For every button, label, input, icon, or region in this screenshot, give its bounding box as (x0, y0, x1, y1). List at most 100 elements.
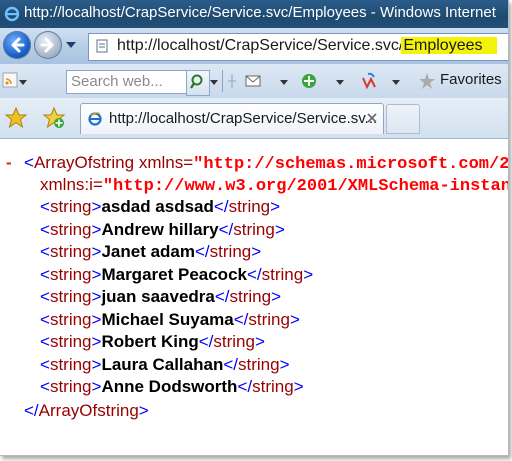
browser-window: http://localhost/CrapService/Service.svc… (0, 0, 509, 456)
item-tag-name: string (248, 309, 290, 329)
string-value: Laura Callahan (101, 354, 224, 374)
tag-bracket: < (40, 332, 50, 351)
search-placeholder: Search web... (71, 73, 163, 90)
search-input[interactable]: Search web... (66, 70, 187, 94)
item-tag-name: string (229, 287, 272, 306)
xml-string-row: <string>Anne Dodsworth</string> (40, 376, 304, 398)
xmlns-attr: xmlns= (138, 153, 194, 172)
tag-bracket: < (24, 153, 34, 172)
favorites-button[interactable]: Favorites (440, 71, 502, 88)
item-tag-name: string (237, 354, 280, 374)
search-toolbar: Search web... Favorites (0, 64, 508, 99)
item-tag-name: string (49, 287, 92, 306)
string-value: juan saavedra (101, 287, 215, 306)
item-tag-name: string (233, 219, 275, 239)
item-tag-name: string (49, 354, 92, 374)
string-value: asdad asdsad (101, 197, 214, 216)
recent-pages-dropdown[interactable] (66, 42, 76, 48)
mail-icon[interactable] (244, 72, 262, 90)
tag-bracket: > (91, 332, 102, 351)
arrow-right-icon (40, 37, 54, 53)
xml-string-row: <string>Robert King</string> (40, 331, 265, 353)
tag-bracket: > (251, 242, 262, 261)
tag-bracket: > (91, 242, 102, 261)
item-tag-name: string (252, 377, 294, 396)
tag-bracket: > (274, 219, 285, 239)
xml-string-row: <string>juan saavedra</string> (40, 286, 281, 308)
new-tab-button[interactable] (386, 104, 420, 134)
favorites-center-icon[interactable] (4, 106, 28, 130)
tag-bracket: </ (233, 309, 249, 329)
xml-string-row: <string>Margaret Peacock</string> (40, 264, 313, 286)
root-close-name: ArrayOfstring (38, 401, 139, 420)
url-base: http://localhost/CrapService/Service.svc… (117, 37, 404, 54)
magnifier-icon (190, 74, 203, 89)
feeds-icon[interactable] (2, 72, 18, 88)
item-tag-name: string (228, 197, 271, 216)
star-icon[interactable] (418, 72, 436, 90)
ie-page-icon (88, 112, 102, 126)
tag-bracket: > (91, 354, 102, 374)
tag-bracket: > (91, 219, 102, 239)
xml-root-close: </ArrayOfstring> (24, 400, 149, 422)
xmlns-value: "http://schemas.microsoft.com/2003/10/Se… (193, 155, 508, 174)
windows-live-icon[interactable] (360, 72, 378, 90)
xmlns-i-value: "http://www.w3.org/2001/XMLSchema-instan… (102, 177, 508, 196)
add-to-favorites-icon[interactable] (42, 106, 66, 130)
tag-bracket: > (293, 377, 304, 396)
page-icon (96, 39, 108, 53)
add-dropdown[interactable] (336, 80, 344, 85)
tag-bracket: </ (213, 197, 229, 216)
tab-bar: http://localhost/CrapService/Service.sv.… (0, 98, 508, 139)
tag-bracket: < (40, 264, 50, 284)
tab-employees[interactable]: http://localhost/CrapService/Service.sv.… (80, 103, 384, 134)
item-tag-name: string (49, 219, 92, 239)
root-element-name: ArrayOfstring (33, 153, 135, 172)
feeds-dropdown[interactable] (19, 80, 27, 85)
string-value: Anne Dodsworth (101, 377, 238, 396)
item-tag-name: string (209, 242, 252, 261)
grip-icon (228, 74, 236, 88)
tag-bracket: > (270, 197, 281, 216)
root-open-tag: <ArrayOfstring xmlns="http://schemas.mic… (24, 152, 508, 176)
collapse-toggle[interactable]: - (6, 152, 12, 174)
search-options-dropdown[interactable] (210, 80, 218, 85)
xml-string-row: <string>Laura Callahan</string> (40, 354, 290, 376)
tab-title: http://localhost/CrapService/Service.sv.… (109, 110, 378, 127)
item-tag-name: string (49, 309, 92, 329)
tag-bracket: > (91, 264, 102, 284)
forward-button[interactable] (34, 31, 62, 59)
tag-bracket: </ (246, 264, 262, 284)
search-button[interactable] (186, 70, 210, 96)
xml-string-row: <string>Andrew hillary</string> (40, 219, 285, 241)
xml-string-row: <string>Michael Suyama</string> (40, 309, 300, 331)
tag-bracket: > (91, 197, 102, 216)
item-tag-name: string (49, 242, 92, 261)
string-value: Robert King (101, 332, 199, 351)
arrow-left-icon (11, 37, 25, 53)
tag-bracket: > (91, 287, 102, 306)
string-value: Margaret Peacock (101, 264, 247, 284)
navigation-bar: http://localhost/CrapService/Service.svc… (0, 28, 508, 64)
tag-bracket: < (40, 354, 50, 374)
title-bar: http://localhost/CrapService/Service.svc… (0, 0, 508, 28)
item-tag-name: string (213, 332, 255, 351)
back-button[interactable] (3, 31, 31, 59)
mail-dropdown[interactable] (280, 80, 288, 85)
live-dropdown[interactable] (392, 80, 400, 85)
add-icon[interactable] (300, 72, 318, 90)
address-bar[interactable]: http://localhost/CrapService/Service.svc… (88, 33, 508, 61)
tag-bracket: > (254, 332, 265, 351)
item-tag-name: string (49, 197, 92, 216)
url-highlight: Employees (401, 37, 497, 54)
close-icon[interactable] (366, 112, 378, 124)
item-tag-name: string (49, 332, 92, 351)
tag-bracket: </ (237, 377, 253, 396)
xml-document: - <ArrayOfstring xmlns="http://schemas.m… (0, 139, 508, 455)
tag-bracket: </ (223, 354, 238, 374)
tag-bracket: > (138, 401, 149, 420)
tag-bracket: < (40, 287, 50, 306)
ie-logo-icon (4, 6, 20, 22)
toolbar-separator (222, 70, 223, 92)
url-text[interactable]: http://localhost/CrapService/Service.svc… (117, 37, 497, 55)
